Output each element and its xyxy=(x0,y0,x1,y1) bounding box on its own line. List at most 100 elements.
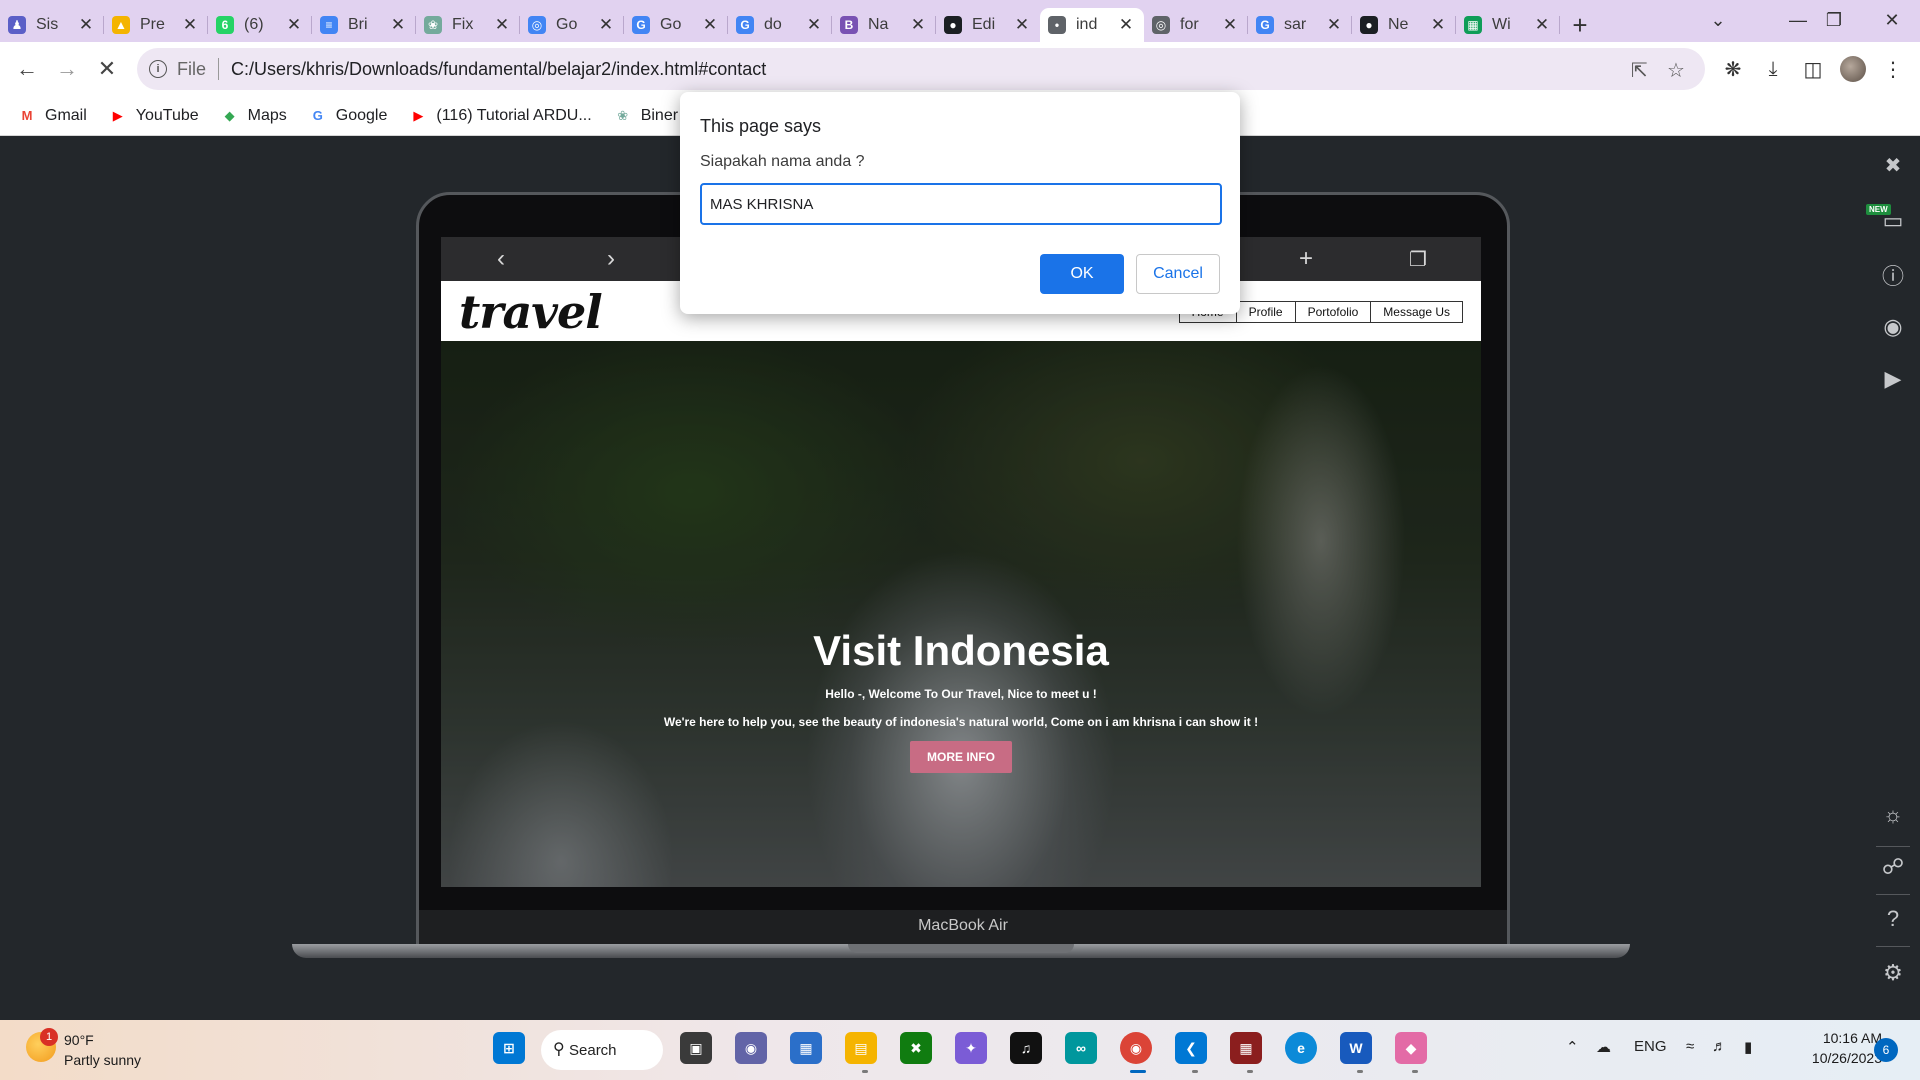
tab-close-icon[interactable]: ✕ xyxy=(1324,15,1344,35)
bookmark-item[interactable]: G Google xyxy=(309,107,388,125)
word-icon[interactable]: W xyxy=(1340,1032,1372,1064)
chrome-icon[interactable]: ◉ xyxy=(1120,1032,1152,1064)
edge-icon[interactable]: e xyxy=(1285,1032,1317,1064)
browser-tab[interactable]: ▦ Wi ✕ xyxy=(1456,8,1560,42)
browser-tab[interactable]: ❀ Fix ✕ xyxy=(416,8,520,42)
tab-close-icon[interactable]: ✕ xyxy=(1532,15,1552,35)
arduino-icon[interactable]: ∞ xyxy=(1065,1032,1097,1064)
more-info-button[interactable]: MORE INFO xyxy=(910,741,1012,773)
notification-badge[interactable]: 6 xyxy=(1874,1038,1898,1062)
browser-tab[interactable]: ♟ Sis ✕ xyxy=(0,8,104,42)
device-select-icon[interactable]: ▭ xyxy=(1878,206,1908,236)
nav-message-us[interactable]: Message Us xyxy=(1370,302,1462,322)
menu-icon[interactable]: ⋮ xyxy=(1878,54,1908,84)
teams-chat-icon[interactable]: ◉ xyxy=(735,1032,767,1064)
url-text[interactable]: C:/Users/khris/Downloads/fundamental/bel… xyxy=(231,59,766,80)
tiktok-icon[interactable]: ♫ xyxy=(1010,1032,1042,1064)
file-explorer-icon[interactable]: ▤ xyxy=(845,1032,877,1064)
battery-icon[interactable]: ▮ xyxy=(1744,1038,1752,1056)
browser-tab[interactable]: • ind ✕ xyxy=(1040,8,1144,42)
vscode-icon[interactable]: ❮ xyxy=(1175,1032,1207,1064)
weather-desc[interactable]: Partly sunny xyxy=(64,1052,141,1068)
extensions-icon[interactable]: ❋ xyxy=(1718,54,1748,84)
device-forward-icon[interactable]: › xyxy=(607,245,615,273)
browser-tab[interactable]: B Na ✕ xyxy=(832,8,936,42)
wifi-icon[interactable]: ≈ xyxy=(1686,1038,1694,1055)
screenshot-icon[interactable]: ◉ xyxy=(1878,312,1908,342)
browser-tab[interactable]: G Go ✕ xyxy=(624,8,728,42)
tab-close-icon[interactable]: ✕ xyxy=(804,15,824,35)
site-logo[interactable]: travel xyxy=(459,285,603,339)
winrar-icon[interactable]: ▦ xyxy=(1230,1032,1262,1064)
tab-close-icon[interactable]: ✕ xyxy=(1220,15,1240,35)
tab-close-icon[interactable]: ✕ xyxy=(1428,15,1448,35)
language-indicator[interactable]: ENG xyxy=(1634,1038,1667,1055)
tab-close-icon[interactable]: ✕ xyxy=(76,15,96,35)
bookmark-item[interactable]: M Gmail xyxy=(18,107,87,125)
dialog-name-input[interactable] xyxy=(700,183,1222,225)
site-info-icon[interactable]: i xyxy=(149,60,167,78)
bookmark-item[interactable]: ▶ YouTube xyxy=(109,107,199,125)
clock-time[interactable]: 10:16 AM xyxy=(1802,1030,1882,1046)
profile-avatar[interactable] xyxy=(1840,56,1866,82)
bookmark-item[interactable]: ◆ Maps xyxy=(221,107,287,125)
tab-close-icon[interactable]: ✕ xyxy=(1116,15,1136,35)
downloads-icon[interactable]: ⤓ xyxy=(1758,54,1788,84)
side-panel-icon[interactable]: ◫ xyxy=(1798,54,1828,84)
stop-loading-icon[interactable]: ✕ xyxy=(92,54,122,84)
tab-close-icon[interactable]: ✕ xyxy=(1012,15,1032,35)
tab-close-icon[interactable]: ✕ xyxy=(908,15,928,35)
share-icon[interactable]: ☍ xyxy=(1878,852,1908,882)
device-new-tab-icon[interactable]: + xyxy=(1299,245,1313,273)
browser-tab[interactable]: ◎ for ✕ xyxy=(1144,8,1248,42)
address-bar[interactable]: i File C:/Users/khris/Downloads/fundamen… xyxy=(137,48,1705,90)
info-icon[interactable]: ⓘ xyxy=(1878,260,1908,290)
help-icon[interactable]: ? xyxy=(1878,904,1908,934)
volume-icon[interactable]: ♬ xyxy=(1712,1038,1727,1055)
browser-tab[interactable]: ≡ Bri ✕ xyxy=(312,8,416,42)
tab-close-icon[interactable]: ✕ xyxy=(284,15,304,35)
cancel-button[interactable]: Cancel xyxy=(1136,254,1220,294)
forward-icon[interactable]: → xyxy=(52,54,82,84)
copilot-icon[interactable]: ✦ xyxy=(955,1032,987,1064)
settings-gear-icon[interactable]: ⚙ xyxy=(1878,958,1908,988)
tab-close-icon[interactable]: ✕ xyxy=(492,15,512,35)
windows-start-icon[interactable]: ⊞ xyxy=(493,1032,525,1064)
restore-button[interactable]: ❐ xyxy=(1810,0,1858,40)
tab-close-icon[interactable]: ✕ xyxy=(700,15,720,35)
browser-tab[interactable]: ● Edi ✕ xyxy=(936,8,1040,42)
brightness-icon[interactable]: ☼ xyxy=(1878,800,1908,830)
new-tab-icon[interactable]: + xyxy=(1560,8,1600,42)
browser-tab[interactable]: ● Ne ✕ xyxy=(1352,8,1456,42)
browser-tab[interactable]: ▲ Pre ✕ xyxy=(104,8,208,42)
record-video-icon[interactable]: ▶ xyxy=(1878,364,1908,394)
close-window-button[interactable]: ✕ xyxy=(1868,0,1916,40)
device-back-icon[interactable]: ‹ xyxy=(497,245,505,273)
tray-chevron-icon[interactable]: ⌃ xyxy=(1566,1038,1579,1056)
ok-button[interactable]: OK xyxy=(1040,254,1124,294)
browser-tab[interactable]: Gsar ✕ xyxy=(1248,8,1352,42)
taskbar-search[interactable]: ⚲ Search xyxy=(541,1030,663,1070)
nav-profile[interactable]: Profile xyxy=(1235,302,1295,322)
bookmark-item[interactable]: ▶ (116) Tutorial ARDU... xyxy=(409,107,591,125)
bookmark-star-icon[interactable]: ☆ xyxy=(1667,58,1685,83)
nav-portofolio[interactable]: Portofolio xyxy=(1294,302,1371,322)
store-icon[interactable]: ▦ xyxy=(790,1032,822,1064)
tab-search-icon[interactable]: ⌄ xyxy=(1694,0,1742,40)
app-icon[interactable]: ◆ xyxy=(1395,1032,1427,1064)
weather-temp[interactable]: 90°F xyxy=(64,1032,94,1048)
clock-date[interactable]: 10/26/2023 xyxy=(1782,1050,1882,1066)
browser-tab[interactable]: ◎ Go ✕ xyxy=(520,8,624,42)
device-tabs-icon[interactable]: ❐ xyxy=(1409,247,1427,272)
back-icon[interactable]: ← xyxy=(12,54,42,84)
share-icon[interactable]: ⇱ xyxy=(1631,58,1648,83)
task-view-icon[interactable]: ▣ xyxy=(680,1032,712,1064)
browser-tab[interactable]: Gdo ✕ xyxy=(728,8,832,42)
tab-close-icon[interactable]: ✕ xyxy=(596,15,616,35)
tab-close-icon[interactable]: ✕ xyxy=(180,15,200,35)
xbox-icon[interactable]: ✖ xyxy=(900,1032,932,1064)
close-device-icon[interactable]: ✖ xyxy=(1878,150,1908,180)
browser-tab[interactable]: 6 (6) ✕ xyxy=(208,8,312,42)
onedrive-icon[interactable]: ☁ xyxy=(1596,1038,1611,1056)
tab-close-icon[interactable]: ✕ xyxy=(388,15,408,35)
